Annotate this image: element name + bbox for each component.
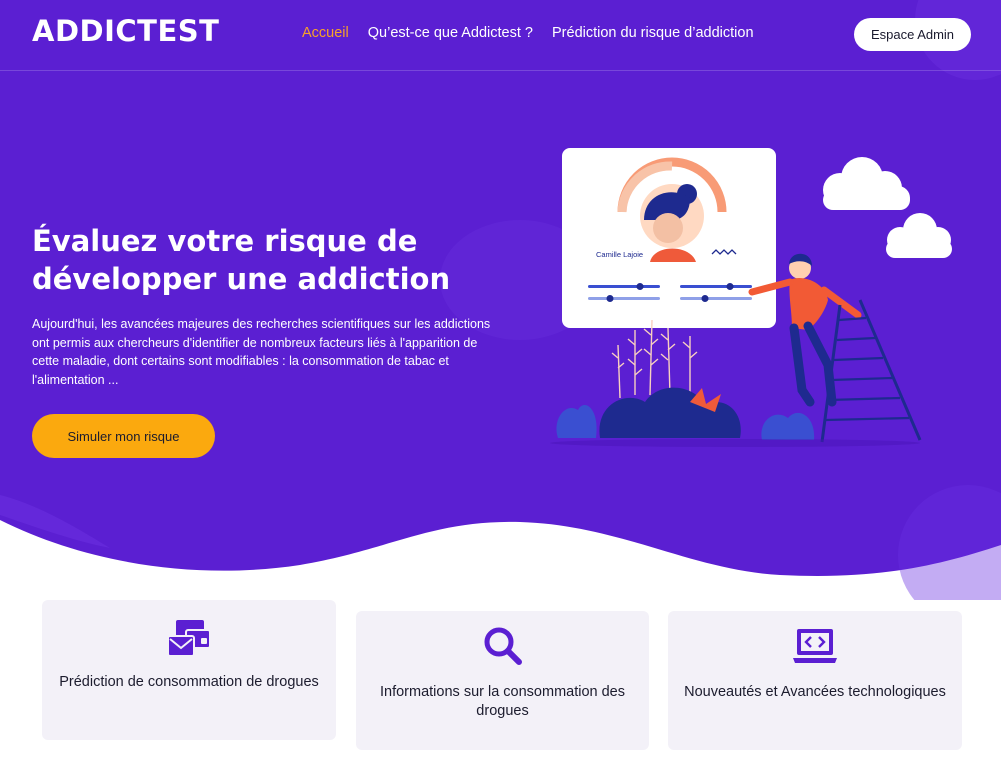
hero-title: Évaluez votre risque de développer une a…	[32, 224, 451, 296]
search-icon	[484, 627, 522, 665]
hero-illustration: Camille Lajoie	[550, 148, 952, 447]
simulate-risk-button[interactable]: Simuler mon risque	[32, 414, 215, 458]
cloud-icon	[886, 213, 952, 258]
feature-card-information[interactable]: Informations sur la consommation des dro…	[356, 611, 649, 750]
laptop-code-icon	[793, 629, 837, 663]
admin-space-button[interactable]: Espace Admin	[854, 18, 971, 51]
brand-logo[interactable]: ADDICTEST	[32, 14, 219, 48]
cloud-icon	[823, 157, 910, 210]
top-navbar: ADDICTEST Accueil Qu’est-ce que Addictes…	[0, 0, 1001, 71]
nav-link-accueil[interactable]: Accueil	[302, 25, 349, 41]
profile-name: Camille Lajoie	[596, 250, 643, 259]
hero-description: Aujourd'hui, les avancées majeures des r…	[32, 317, 491, 387]
feature-card-prediction[interactable]: Prédiction de consommation de drogues	[42, 600, 336, 740]
feature-card-title: Nouveautés et Avancées technologiques	[684, 684, 946, 700]
nav-link-about[interactable]: Qu’est-ce que Addictest ?	[368, 25, 533, 41]
nav-link-prediction[interactable]: Prédiction du risque d’addiction	[552, 25, 754, 41]
hero-section: ADDICTEST Accueil Qu’est-ce que Addictes…	[0, 0, 1001, 600]
feature-card-title: Informations sur la consommation des dro…	[380, 684, 625, 719]
feature-card-title: Prédiction de consommation de drogues	[59, 674, 319, 690]
mail-cards-icon	[167, 620, 211, 657]
feature-card-innovations[interactable]: Nouveautés et Avancées technologiques	[668, 611, 962, 750]
nav-links: Accueil Qu’est-ce que Addictest ? Prédic…	[302, 25, 754, 41]
